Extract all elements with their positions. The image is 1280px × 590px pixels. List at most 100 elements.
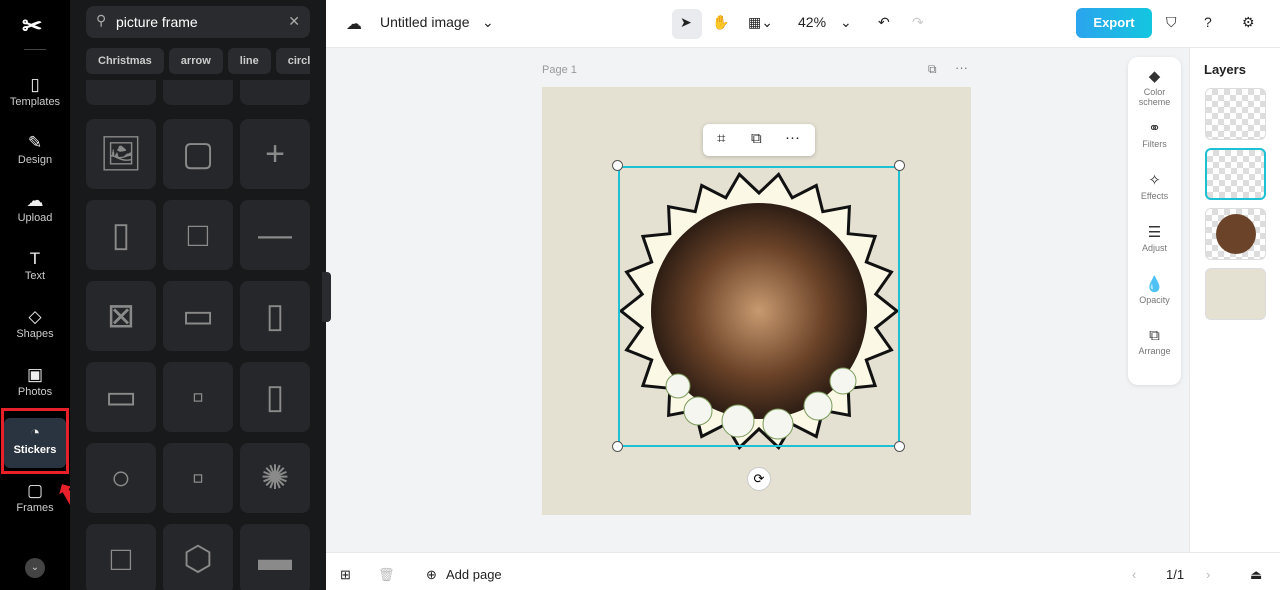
search-value: picture frame	[116, 14, 198, 30]
top-bar: ☁ Untitled image ⌄ ➤ ✋ ▦⌄ 42% ⌄ ↶ ↷ Expo…	[326, 0, 1280, 48]
rotate-icon[interactable]: ⟳	[747, 467, 771, 491]
document-title[interactable]: Untitled image	[380, 14, 470, 30]
sticker-tile[interactable]: ▯	[86, 200, 156, 270]
tool-label: Arrange	[1138, 346, 1171, 356]
collapse-bottom-icon[interactable]: ⏏	[1250, 567, 1262, 583]
settings-icon[interactable]: ⚙	[1242, 14, 1255, 31]
label: Upload	[17, 212, 53, 224]
redo-icon[interactable]: ↷	[912, 14, 924, 31]
sticker-tile[interactable]: —	[240, 200, 310, 270]
sticker-tile[interactable]: ▬	[240, 524, 310, 590]
sticker-tile[interactable]: ○	[86, 443, 156, 513]
search-input[interactable]: ⚲ picture frame ✕	[86, 6, 310, 38]
search-icon: ⚲	[96, 12, 107, 28]
clear-icon[interactable]: ✕	[288, 13, 300, 30]
layers-title: Layers	[1204, 62, 1246, 77]
upload-icon: ☁	[26, 191, 44, 210]
sticker-tile[interactable]: ✺	[240, 443, 310, 513]
rail-shapes[interactable]: ◇ Shapes	[4, 306, 66, 358]
page-more-icon[interactable]: ···	[955, 60, 968, 75]
shield-icon[interactable]: ⛉	[1166, 14, 1177, 31]
sticker-tile[interactable]: ⬡	[163, 524, 233, 590]
tool-color-scheme[interactable]: ◆ Color scheme	[1128, 67, 1181, 107]
duplicate-page-icon[interactable]: ⧉	[928, 62, 937, 77]
chip[interactable]: Christmas	[86, 48, 164, 74]
shapes-icon: ◇	[28, 307, 42, 326]
layer-photo[interactable]	[1205, 208, 1266, 260]
suggestion-chips: Christmasarrowlinecircle	[86, 48, 310, 74]
capcut-logo[interactable]: ✂	[22, 12, 42, 41]
next-page-icon[interactable]: ›	[1206, 567, 1210, 582]
tool-icon: ✧	[1148, 172, 1161, 189]
tool-label: Filters	[1142, 139, 1167, 149]
more-icon[interactable]: ···	[785, 129, 800, 146]
more-chevron-icon[interactable]: ⌄	[25, 558, 45, 578]
sticker-tile[interactable]: ▭	[86, 362, 156, 432]
sticker-tile[interactable]: □	[163, 200, 233, 270]
page-label: Page 1	[542, 64, 577, 76]
crop-icon[interactable]: ⌗	[717, 130, 725, 147]
cloud-icon[interactable]: ☁	[346, 14, 362, 34]
add-page-icon[interactable]: ⊞	[340, 567, 351, 583]
sticker-tile[interactable]: ▫	[163, 362, 233, 432]
sticker-grid: 🖼 ▢ + ▯ □ — ⊠ ▭ ▯ ▭ ▫ ▯ ○ ▫ ✺ □ ⬡ ▬	[86, 80, 310, 590]
sticker-tile[interactable]: ▢	[163, 119, 233, 189]
collapse-panel-handle[interactable]	[322, 272, 331, 322]
layer-frame[interactable]	[1205, 148, 1266, 200]
sticker-tile[interactable]	[163, 80, 233, 105]
resize-handle[interactable]	[612, 441, 623, 452]
layout-icon[interactable]: ▦⌄	[748, 14, 773, 31]
chip[interactable]: line	[227, 48, 271, 74]
sticker-tile[interactable]: □	[86, 524, 156, 590]
sticker-tile[interactable]: 🖼	[86, 119, 156, 189]
sticker-tile[interactable]: +	[240, 119, 310, 189]
chevron-down-icon[interactable]: ⌄	[482, 14, 494, 31]
sticker-tile[interactable]: ▫	[163, 443, 233, 513]
resize-handle[interactable]	[894, 441, 905, 452]
stickers-panel: ⚲ picture frame ✕ Christmasarrowlinecircle…	[70, 0, 326, 590]
delete-icon[interactable]: 🗑	[378, 567, 395, 583]
add-page-plus-icon: ⊕	[426, 567, 437, 582]
sticker-tile[interactable]: ▯	[240, 281, 310, 351]
tool-label: Color scheme	[1138, 87, 1171, 107]
label: Design	[17, 154, 53, 166]
rail-templates[interactable]: ▯ Templates	[4, 74, 66, 126]
help-icon[interactable]: ?	[1204, 14, 1212, 30]
sticker-tile[interactable]	[86, 80, 156, 105]
sticker-tile[interactable]	[240, 80, 310, 105]
page-indicator: 1/1	[1166, 567, 1185, 582]
rail-text[interactable]: T Text	[4, 248, 66, 300]
tool-label: Adjust	[1141, 243, 1167, 253]
label: Shapes	[16, 328, 54, 340]
sticker-tile[interactable]: ⊠	[86, 281, 156, 351]
zoom-level[interactable]: 42%	[798, 14, 826, 30]
export-button[interactable]: Export	[1076, 8, 1152, 38]
undo-icon[interactable]: ↶	[878, 14, 890, 31]
zoom-chevron-icon[interactable]: ⌄	[840, 14, 852, 31]
resize-handle[interactable]	[894, 160, 905, 171]
hand-icon[interactable]: ✋	[712, 14, 729, 31]
tool-adjust[interactable]: ☰ Adjust	[1128, 223, 1181, 253]
rail-upload[interactable]: ☁ Upload	[4, 190, 66, 242]
resize-handle[interactable]	[612, 160, 623, 171]
tool-arrange[interactable]: ⧉ Arrange	[1128, 327, 1181, 356]
sticker-tile[interactable]: ▯	[240, 362, 310, 432]
selection-box	[618, 166, 900, 447]
layer-background[interactable]	[1205, 268, 1266, 320]
rail-design[interactable]: ✎ Design	[4, 132, 66, 184]
pointer-icon[interactable]: ➤	[680, 14, 692, 31]
sticker-tile[interactable]: ▭	[163, 281, 233, 351]
chip[interactable]: circle	[275, 48, 310, 74]
layer-leaves[interactable]	[1205, 88, 1266, 140]
tool-opacity[interactable]: 💧 Opacity	[1128, 275, 1181, 305]
add-page-button[interactable]: Add page	[446, 567, 502, 582]
tool-filters[interactable]: ⚭ Filters	[1128, 119, 1181, 149]
duplicate-icon[interactable]: ⧉	[751, 130, 762, 147]
highlight-box	[1, 408, 69, 474]
tool-effects[interactable]: ✧ Effects	[1128, 171, 1181, 201]
chip[interactable]: arrow	[168, 48, 223, 74]
text-icon: T	[29, 249, 41, 268]
tool-label: Opacity	[1139, 295, 1170, 305]
prev-page-icon[interactable]: ‹	[1132, 567, 1136, 582]
photos-icon: ▣	[26, 365, 44, 384]
